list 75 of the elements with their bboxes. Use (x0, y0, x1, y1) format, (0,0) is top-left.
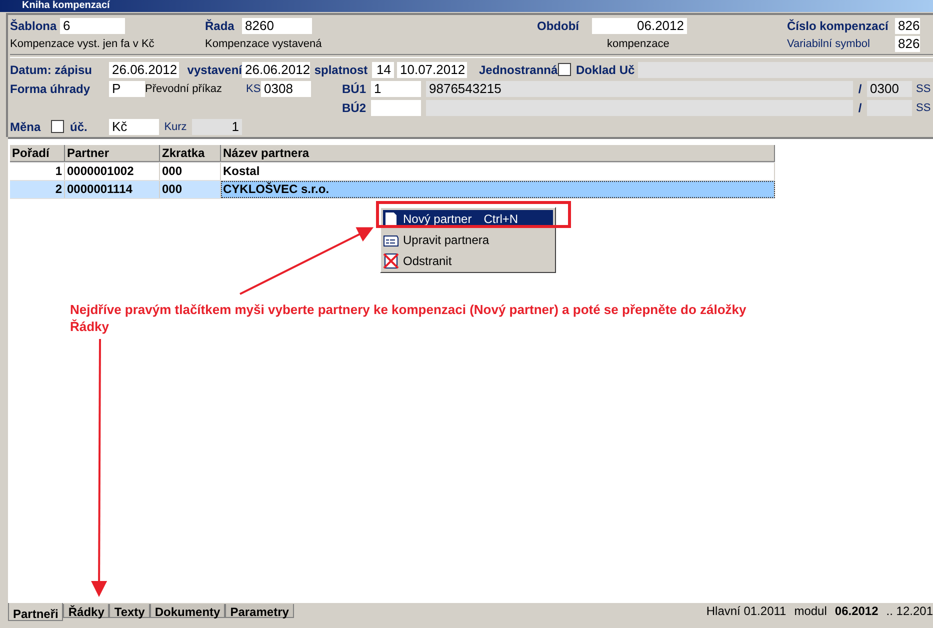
table-cell: 0000001114 (65, 181, 160, 198)
input-field[interactable]: 826 (895, 18, 920, 34)
date-field[interactable]: 26.06.2012 (242, 62, 310, 78)
input-field[interactable] (638, 62, 933, 78)
input-field[interactable]: 0308 (261, 80, 311, 96)
column-header: Název partnera (221, 145, 775, 162)
tab[interactable]: Texty (109, 604, 150, 618)
field-label: Variabilní symbol (787, 38, 870, 50)
input-field[interactable]: Kč (109, 118, 159, 134)
field-label: BÚ2 (342, 100, 366, 114)
status-text: 06.2012 (834, 604, 878, 618)
field-label: SS (916, 102, 931, 114)
field-label: Datum: zápisu (10, 62, 92, 76)
period-description: kompenzace (607, 38, 670, 50)
column-header: Partner (65, 145, 160, 162)
field-label: Šablona (10, 18, 57, 32)
series-description: Kompenzace vystavená (205, 38, 322, 50)
input-field[interactable] (371, 100, 421, 116)
field-label: splatnost (314, 62, 368, 76)
delete-icon (383, 253, 399, 269)
field-label: Jednostranná (479, 62, 558, 76)
checkbox[interactable] (51, 120, 64, 133)
field-label: SS (916, 82, 931, 94)
field-label: vystavení (187, 62, 242, 76)
date-field[interactable]: 10.07.2012 (397, 62, 467, 78)
table-cell: CYKLOŠVEC s.r.o. (221, 181, 775, 198)
input-field[interactable]: 06.2012 (592, 18, 687, 34)
input-field[interactable]: 1 (371, 80, 421, 96)
status-text: modul (794, 604, 827, 618)
annotation-text: Nejdříve pravým tlačítkem myši vyberte partnery ke kompenzaci (Nový partner) a poté se přepněte do záložky Řádky (70, 301, 748, 335)
slash-text: / (858, 82, 862, 96)
status-text: Hlavní 01.2011 (706, 604, 786, 618)
tab[interactable]: Partneři (8, 603, 64, 621)
field-label: Řada (205, 18, 234, 32)
column-header: Pořadí (10, 145, 65, 162)
tab[interactable]: Dokumenty (150, 604, 226, 618)
window-title: Kniha kompenzací (0, 0, 933, 12)
date-field[interactable]: 26.06.2012 (109, 62, 179, 78)
template-description: Kompenzace vyst. jen fa v Kč (10, 38, 154, 50)
tab[interactable]: Řádky (63, 604, 110, 618)
table-cell: 1 (10, 163, 65, 180)
field-label: Kurz (164, 120, 187, 132)
table-row[interactable]: 2 0000001114 000 CYKLOŠVEC s.r.o. (10, 181, 775, 199)
input-field[interactable]: P (109, 80, 145, 96)
menu-item[interactable]: Upravit partnera (383, 231, 553, 249)
input-field[interactable]: 9876543215 (426, 80, 853, 96)
field-label: BÚ1 (342, 82, 366, 96)
field-label: Číslo kompenzací (787, 18, 888, 32)
table-row[interactable]: 1 0000001002 000 Kostal (10, 163, 775, 181)
table-cell: Kostal (221, 163, 775, 180)
input-field[interactable]: 8260 (242, 18, 312, 34)
input-field[interactable]: 826 (895, 36, 920, 52)
link[interactable]: KS (246, 82, 261, 94)
checkbox[interactable] (558, 63, 571, 76)
table-cell: 0000001002 (65, 163, 160, 180)
field-label: Forma úhrady (10, 82, 90, 96)
input-field[interactable]: 0300 (867, 80, 912, 96)
field-label: Měna (10, 120, 41, 134)
input-field[interactable]: 14 (372, 62, 394, 78)
slash-text: / (858, 100, 862, 114)
tab[interactable]: Parametry (225, 604, 294, 618)
column-header: Zkratka (160, 145, 221, 162)
field-label: úč. (70, 120, 88, 134)
field-label: Doklad Uč (576, 62, 635, 76)
page-icon (383, 211, 399, 227)
payment-name: Převodní příkaz (145, 82, 222, 94)
status-text: .. 12.201 (886, 604, 933, 618)
input-field[interactable] (426, 100, 853, 116)
input-field[interactable]: 6 (60, 18, 125, 34)
table-cell: 000 (160, 163, 221, 180)
table-cell: 2 (10, 181, 65, 198)
field-label: Období (537, 18, 579, 32)
input-field[interactable]: 1 (192, 118, 242, 134)
menu-item[interactable]: Odstranit (383, 252, 553, 270)
input-field[interactable] (867, 100, 912, 116)
